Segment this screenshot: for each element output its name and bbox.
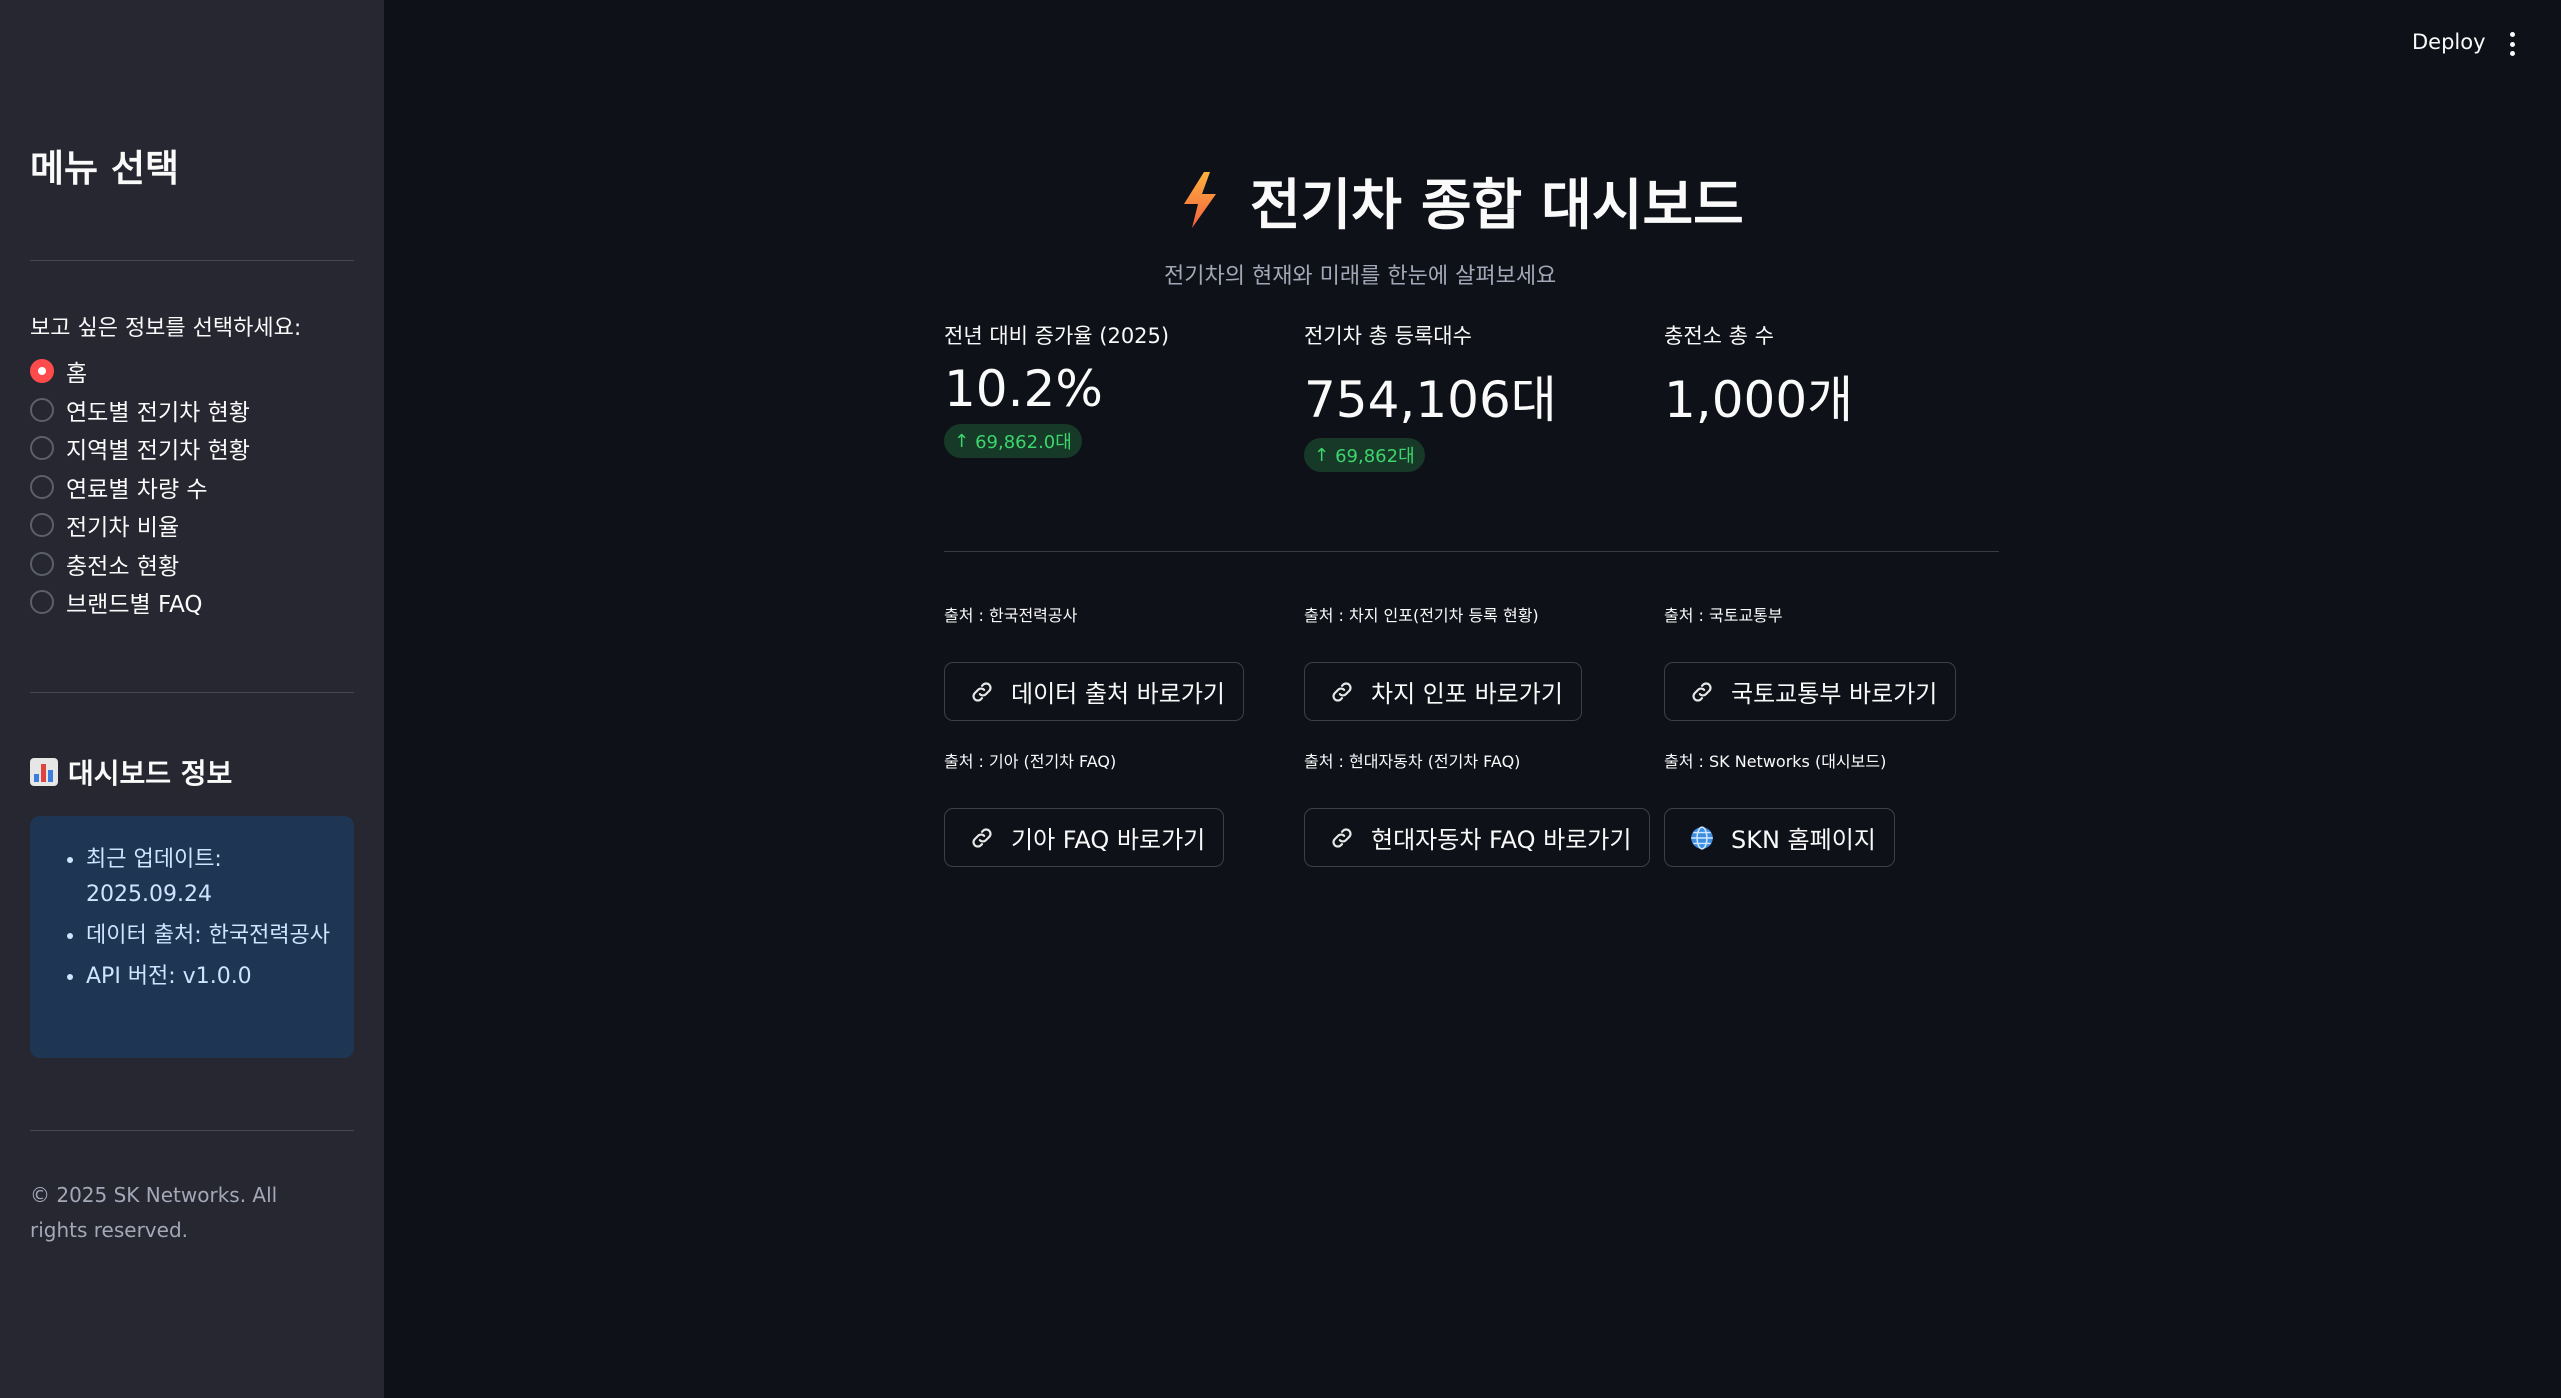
radio-option-label: 충전소 현황 [66,553,180,580]
arrow-up-icon: ↑ [954,430,970,452]
source-label: 출처 : 차지 인포(전기차 등록 현황) [1304,606,1539,625]
button-label: 국토교통부 바로가기 [1731,680,1938,708]
source-label: 출처 : 기아 (전기차 FAQ) [944,752,1117,771]
metric-total-registered: 전기차 총 등록대수 754,106대 ↑ 69,862대 [1304,320,1557,472]
radio-button-selected[interactable] [30,359,54,384]
dashboard-info-label: 대시보드 정보 [68,757,233,790]
info-item-updated: 최근 업데이트: 2025.09.24 [86,842,334,912]
button-label: 현대자동차 FAQ 바로가기 [1371,826,1632,854]
metric-delta-value: 69,862.0대 [975,432,1072,453]
button-label: 기아 FAQ 바로가기 [1011,826,1206,854]
bar-chart-icon [30,758,58,786]
link-icon [1332,681,1352,702]
metric-growth-rate: 전년 대비 증가율 (2025) 10.2% ↑ 69,862.0대 [944,320,1169,458]
metric-label: 전년 대비 증가율 (2025) [944,324,1170,348]
kebab-menu-icon[interactable] [2506,32,2518,56]
source-label: 출처 : 현대자동차 (전기차 FAQ) [1304,752,1521,771]
main-divider [944,551,1999,552]
metric-value: 754,106대 [1304,371,1557,429]
deploy-button[interactable]: Deploy [2412,30,2486,54]
radio-option-faq[interactable]: 브랜드별 FAQ [30,583,250,622]
sidebar-title: 메뉴 선택 [30,147,180,190]
arrow-up-icon: ↑ [1314,444,1330,466]
sidebar-divider [30,260,354,261]
metric-value: 10.2% [944,360,1103,418]
radio-option-yearly[interactable]: 연도별 전기차 현황 [30,391,250,430]
radio-option-chargers[interactable]: 충전소 현황 [30,545,250,584]
radio-button[interactable] [30,513,54,538]
radio-button[interactable] [30,436,54,461]
hyundai-faq-link-button[interactable]: 현대자동차 FAQ 바로가기 [1304,808,1651,867]
globe-icon [1691,825,1713,850]
source-label: 출처 : SK Networks (대시보드) [1664,752,1887,771]
metric-label: 충전소 총 수 [1664,324,1774,348]
molit-link-button[interactable]: 국토교통부 바로가기 [1664,662,1957,721]
radio-option-label: 홈 [66,361,88,388]
chargeinfo-link-button[interactable]: 차지 인포 바로가기 [1304,662,1582,721]
button-label: SKN 홈페이지 [1731,826,1876,854]
link-icon [972,827,992,848]
metric-label: 전기차 총 등록대수 [1304,324,1472,348]
radio-option-label: 전기차 비율 [66,515,180,542]
button-label: 차지 인포 바로가기 [1371,680,1563,708]
radio-option-label: 지역별 전기차 현황 [66,438,250,465]
sidebar-divider [30,1130,354,1131]
dashboard-info-box: 최근 업데이트: 2025.09.24 데이터 출처: 한국전력공사 API 버… [30,816,354,1058]
link-icon [972,681,992,702]
source-label: 출처 : 한국전력공사 [944,606,1078,625]
link-icon [1332,827,1352,848]
radio-button[interactable] [30,474,54,499]
link-icon [1692,681,1712,702]
radio-option-ratio[interactable]: 전기차 비율 [30,506,250,545]
kia-faq-link-button[interactable]: 기아 FAQ 바로가기 [944,808,1225,867]
dashboard-info-list: 최근 업데이트: 2025.09.24 데이터 출처: 한국전력공사 API 버… [86,842,334,995]
button-label: 데이터 출처 바로가기 [1011,680,1225,708]
radio-option-fuel[interactable]: 연료별 차량 수 [30,468,250,507]
radio-button[interactable] [30,397,54,422]
metric-delta-badge: ↑ 69,862대 [1304,438,1425,472]
metric-delta-badge: ↑ 69,862.0대 [944,424,1082,458]
page-title-text: 전기차 종합 대시보드 [1250,173,1744,237]
radio-option-regional[interactable]: 지역별 전기차 현황 [30,429,250,468]
page-title: 전기차 종합 대시보드 [1180,160,1744,240]
metric-value: 1,000개 [1664,371,1854,429]
info-item-api-version: API 버전: v1.0.0 [86,959,334,995]
radio-button[interactable] [30,551,54,576]
copyright-text: © 2025 SK Networks. All rights reserved. [30,1183,278,1242]
page-subtitle: 전기차의 현재와 미래를 한눈에 살펴보세요 [1164,264,1557,289]
radio-option-label: 연도별 전기차 현황 [66,399,250,426]
kepco-link-button[interactable]: 데이터 출처 바로가기 [944,662,1244,721]
sidebar-divider [30,692,354,693]
radio-option-home[interactable]: 홈 [30,352,250,391]
radio-prompt: 보고 싶은 정보를 선택하세요: [30,316,302,341]
metric-charger-count: 충전소 총 수 1,000개 [1664,320,1853,432]
skn-homepage-button[interactable]: SKN 홈페이지 [1664,808,1895,867]
menu-radio-group: 홈 연도별 전기차 현황 지역별 전기차 현황 연료별 차량 수 전기차 비율 … [30,352,250,622]
info-item-source: 데이터 출처: 한국전력공사 [86,918,334,953]
radio-option-label: 브랜드별 FAQ [66,592,203,619]
sidebar: 메뉴 선택 보고 싶은 정보를 선택하세요: 홈 연도별 전기차 현황 지역별 … [0,0,384,1398]
source-label: 출처 : 국토교통부 [1664,606,1783,625]
dashboard-info-title: 대시보드 정보 [30,752,232,792]
metric-delta-value: 69,862대 [1335,446,1415,467]
radio-option-label: 연료별 차량 수 [66,476,208,503]
lightning-bolt-icon [1184,172,1216,228]
radio-button[interactable] [30,590,54,615]
